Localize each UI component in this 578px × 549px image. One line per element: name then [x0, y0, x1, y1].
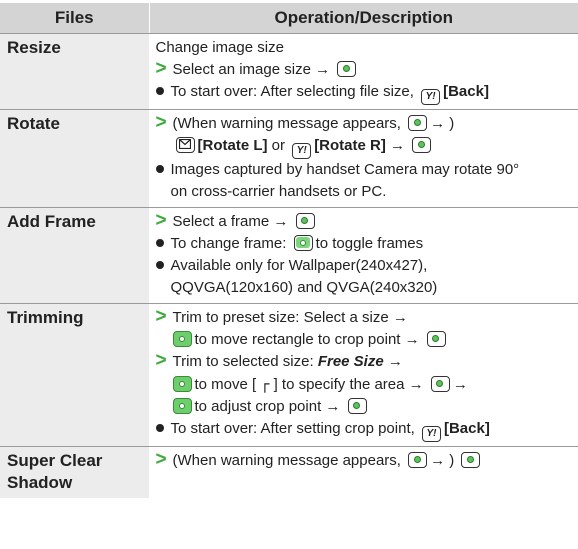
free-size-label: Free Size — [317, 353, 384, 370]
yahoo-key-icon: Y! — [421, 426, 441, 442]
center-key-icon — [430, 376, 450, 392]
note-text: To start over: After setting crop point, — [170, 420, 415, 437]
arrow-text: → — [390, 137, 406, 154]
description-line: Change image size — [155, 39, 284, 56]
multi-selector-icon — [172, 331, 192, 347]
center-key-icon — [295, 213, 315, 229]
step-arrow-icon: > — [155, 350, 167, 371]
arrow-text: → — [452, 376, 468, 393]
bullet-icon — [155, 255, 171, 277]
note-text: To start over: After selecting file size… — [170, 83, 414, 100]
step-arrow-icon: > — [155, 210, 167, 231]
step-text: Select an image size → — [172, 61, 331, 78]
row-name: Trimming — [0, 303, 150, 447]
table-row-super-clear-shadow: Super Clear Shadow > (When warning messag… — [0, 446, 578, 499]
step-text: (When warning message appears, — [172, 115, 401, 132]
operations-table: Files Operation/Description Resize Chang… — [0, 3, 578, 498]
note-line: Images captured by handset Camera may ro… — [155, 159, 573, 181]
yahoo-key-icon: Y! — [421, 89, 441, 105]
step-text: to adjust crop point → — [194, 398, 341, 415]
step-arrow-icon: > — [155, 58, 167, 79]
step-text: to move rectangle to crop point → — [194, 331, 420, 348]
note-line-cont: QQVGA(120x160) and QVGA(240x320) — [170, 279, 438, 296]
note-text-end: to toggle frames — [315, 235, 424, 252]
step-line-cont: to adjust crop point → — [156, 396, 573, 418]
center-key-icon — [461, 452, 481, 468]
center-key-icon — [412, 137, 432, 153]
step-arrow-icon: > — [155, 306, 167, 327]
center-key-icon — [408, 115, 428, 131]
step-line: > Trim to preset size: Select a size → — [156, 307, 573, 329]
row-name: Add Frame — [0, 207, 150, 304]
header-row: Files Operation/Description — [0, 3, 578, 34]
row-description: > Trim to preset size: Select a size → to… — [149, 303, 578, 447]
arrow-text: → — [387, 353, 403, 370]
rotate-r-label: [Rotate R] — [314, 137, 386, 154]
note-line: Available only for Wallpaper(240x427), — [155, 255, 573, 277]
center-key-icon — [426, 331, 446, 347]
step-line: > (When warning message appears, → ) — [156, 113, 573, 135]
table-row-rotate: Rotate > (When warning message appears, →… — [0, 109, 578, 208]
multi-selector-icon — [172, 398, 192, 414]
back-label: [Back] — [443, 83, 489, 100]
row-description: > (When warning message appears, → ) — [149, 447, 578, 499]
corner-mark: ┌ — [260, 375, 270, 393]
table-row-add-frame: Add Frame > Select a frame → To change fr… — [0, 207, 578, 304]
step-arrow-icon: > — [155, 112, 167, 133]
left-right-key-icon — [293, 235, 313, 251]
row-name: Resize — [0, 33, 150, 110]
step-text: to move [ — [194, 376, 257, 393]
step-text: Select a frame → — [172, 213, 289, 230]
note-text: Available only for Wallpaper(240x427), — [170, 257, 428, 274]
bullet-icon — [155, 81, 171, 103]
step-text: (When warning message appears, — [172, 452, 401, 469]
row-name: Rotate — [0, 109, 150, 208]
step-text-end: → ) — [430, 115, 455, 132]
bullet-icon — [155, 418, 171, 440]
bullet-icon — [155, 159, 171, 181]
row-description: > Select a frame → To change frame: to to… — [149, 207, 578, 304]
step-line: > Select a frame → — [156, 211, 573, 233]
step-line: > Select an image size → — [156, 59, 573, 81]
step-line: > (When warning message appears, → ) — [156, 450, 573, 472]
row-description: Change image size > Select an image size … — [149, 33, 578, 110]
header-operation: Operation/Description — [149, 3, 578, 34]
header-files: Files — [0, 3, 150, 34]
center-key-icon — [408, 452, 428, 468]
back-label: [Back] — [443, 420, 490, 437]
mail-key-icon — [175, 137, 195, 153]
step-text: Trim to selected size: — [172, 353, 314, 370]
center-key-icon — [347, 398, 367, 414]
note-line: To change frame: to toggle frames — [155, 233, 573, 255]
bullet-icon — [155, 233, 171, 255]
step-text: ] to specify the area → — [273, 376, 424, 393]
step-line-cont: to move rectangle to crop point → — [156, 329, 573, 351]
yahoo-key-icon: Y! — [292, 143, 312, 159]
step-text-end: → ) — [430, 452, 455, 469]
note-line: To start over: After selecting file size… — [155, 81, 573, 105]
note-text: To change frame: — [170, 235, 287, 252]
row-name: Super Clear Shadow — [0, 446, 150, 498]
multi-selector-icon — [172, 376, 192, 392]
step-line-cont: to move [ ┌ ] to specify the area → → — [156, 373, 573, 396]
step-line: > Trim to selected size: Free Size → — [156, 351, 573, 373]
note-text: Images captured by handset Camera may ro… — [170, 161, 520, 178]
row-description: > (When warning message appears, → ) [Rot… — [149, 109, 578, 208]
table-row-resize: Resize Change image size > Select an imag… — [0, 33, 578, 110]
step-line-cont: [Rotate L] or Y! [Rotate R] → — [156, 135, 573, 159]
or-text: or — [271, 137, 286, 154]
step-text: Trim to preset size: Select a size → — [172, 309, 408, 326]
note-line: To start over: After setting crop point,… — [155, 418, 573, 442]
step-arrow-icon: > — [155, 449, 167, 470]
rotate-l-label: [Rotate L] — [197, 137, 268, 154]
center-key-icon — [337, 61, 357, 77]
table-row-trimming: Trimming > Trim to preset size: Select a … — [0, 303, 578, 447]
note-line-cont: on cross-carrier handsets or PC. — [170, 183, 387, 200]
